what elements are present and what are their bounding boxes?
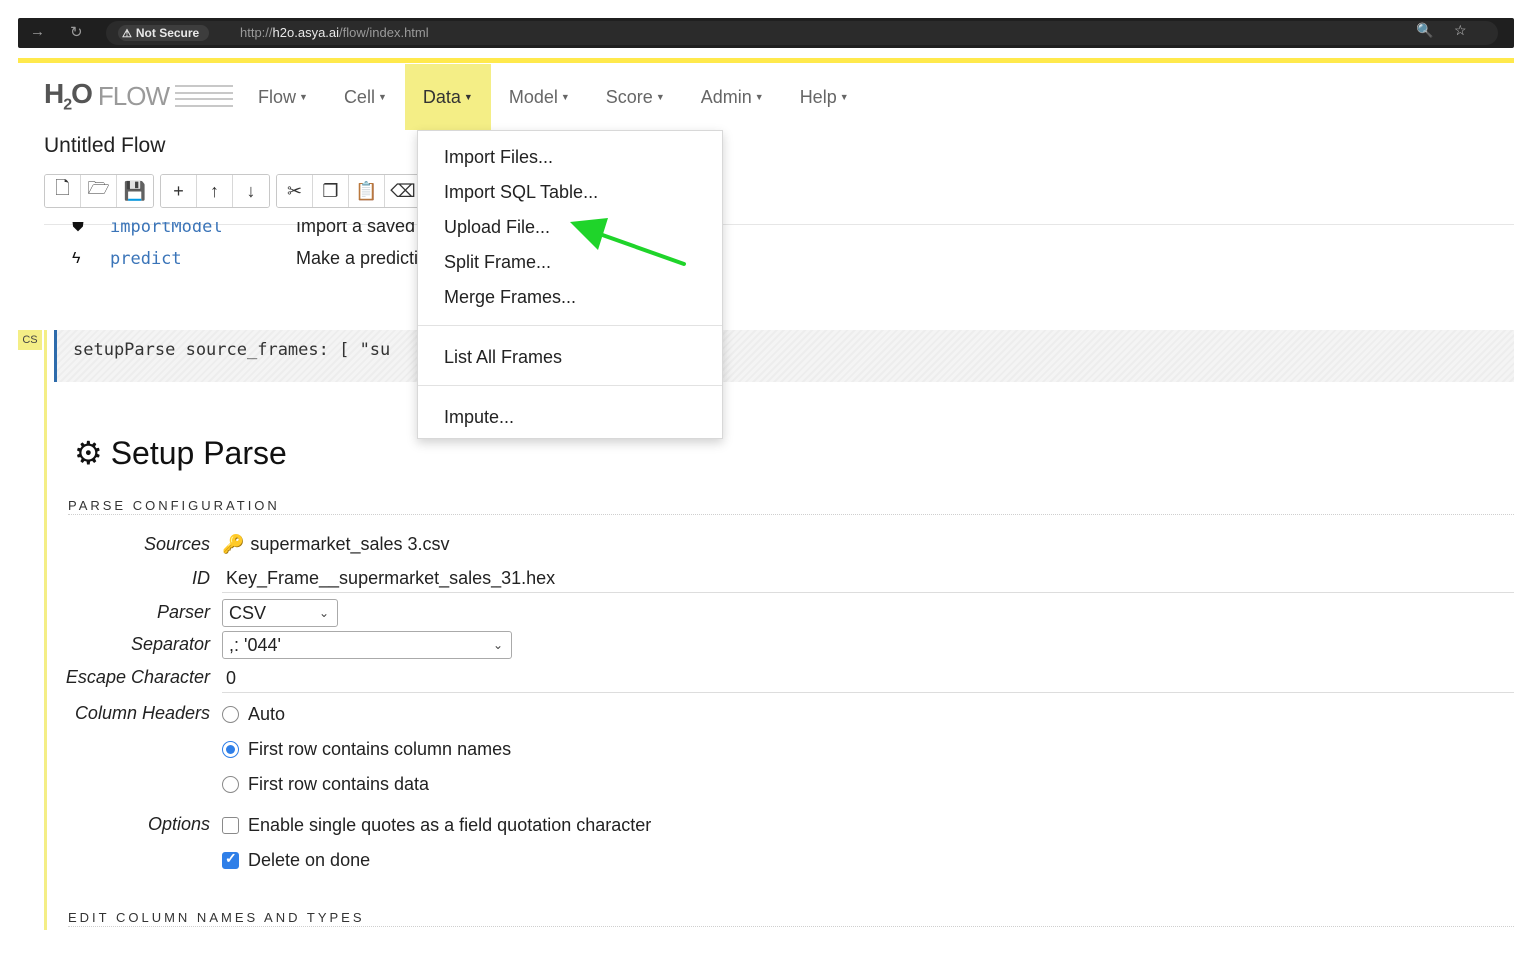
chevron-down-icon: ⌄ <box>492 638 503 652</box>
gear-icon: ⚙ <box>74 435 103 471</box>
help-row-predict: ϟ predict Make a predictio <box>72 248 428 269</box>
menu-score[interactable]: Score ▼ <box>588 64 683 130</box>
security-badge[interactable]: ⚠ Not Secure <box>118 25 210 41</box>
flow-toolbar: 🗋 🗁 💾 + ↑ ↓ ✂ ❐ 📋 ⌫ <box>44 174 428 208</box>
help-desc: Import a saved m <box>296 216 436 236</box>
import-model-icon: ⛊ <box>72 217 85 235</box>
chevron-down-icon: ⌄ <box>318 606 329 620</box>
help-row-importmodel: ⛊ importModel Import a saved m <box>72 216 436 237</box>
bookmark-star-icon[interactable]: ☆ <box>1454 22 1467 39</box>
separator-select[interactable]: ,: '044' ⌄ <box>222 631 512 659</box>
caret-down-icon: ▼ <box>377 92 387 102</box>
forward-icon[interactable]: → <box>30 23 45 40</box>
menu-divider <box>418 385 722 386</box>
id-label: ID <box>192 568 210 588</box>
reload-icon[interactable]: ↻ <box>70 23 83 41</box>
h2o-flow-logo: H2O FLOW <box>44 78 234 114</box>
move-up-icon[interactable]: ↑ <box>197 175 233 207</box>
radio-first-row-names[interactable] <box>222 741 239 758</box>
menu-cell[interactable]: Cell ▼ <box>326 64 405 130</box>
warning-icon: ⚠ <box>122 28 132 40</box>
help-fn-link[interactable]: importModel <box>110 222 296 237</box>
annotation-arrow-icon <box>570 218 686 266</box>
caret-down-icon: ▼ <box>299 92 308 102</box>
header-option-auto[interactable]: Auto <box>222 704 285 725</box>
caret-down-icon: ▼ <box>463 92 473 102</box>
menu-divider <box>418 325 722 326</box>
add-cell-icon[interactable]: + <box>161 175 197 207</box>
lightning-icon: ϟ <box>72 249 81 267</box>
clear-icon[interactable]: ⌫ <box>385 175 421 207</box>
caret-down-icon: ▼ <box>655 92 665 102</box>
menu-item-impute[interactable]: Impute... <box>444 407 514 428</box>
data-dropdown-menu: Import Files... Import SQL Table... Uplo… <box>417 130 723 439</box>
caret-down-icon: ▼ <box>839 92 849 102</box>
menu-item-import-sql-table[interactable]: Import SQL Table... <box>444 182 598 203</box>
menu-item-merge-frames[interactable]: Merge Frames... <box>444 287 576 308</box>
help-desc: Make a predictio <box>296 248 429 268</box>
escape-character-label: Escape Character <box>65 667 210 687</box>
browser-toolbar: → ↻ ⚠ Not Secure http://h2o.asya.ai/flow/… <box>18 18 1514 48</box>
menu-data[interactable]: Data ▼ <box>404 64 491 130</box>
radio-auto[interactable] <box>222 706 239 723</box>
key-icon: 🔑 <box>222 534 245 554</box>
new-file-icon[interactable]: 🗋 <box>45 175 81 207</box>
header-option-first-row-names[interactable]: First row contains column names <box>222 739 511 760</box>
copy-icon[interactable]: ❐ <box>313 175 349 207</box>
parser-label: Parser <box>156 602 210 622</box>
save-icon[interactable]: 💾 <box>117 175 153 207</box>
menu-model[interactable]: Model ▼ <box>491 64 588 130</box>
separator-label: Separator <box>130 634 210 654</box>
help-fn-link[interactable]: predict <box>110 249 296 269</box>
checkbox-delete-on-done[interactable] <box>222 850 239 869</box>
parse-configuration-heading: PARSE CONFIGURATION <box>68 498 280 513</box>
menu-flow[interactable]: Flow ▼ <box>240 64 326 130</box>
cell-active-bar <box>44 330 47 930</box>
options-label: Options <box>147 814 210 834</box>
menu-item-import-files[interactable]: Import Files... <box>444 147 553 168</box>
caret-down-icon: ▼ <box>754 92 764 102</box>
header-option-first-row-data[interactable]: First row contains data <box>222 774 429 795</box>
zoom-icon[interactable]: 🔍 <box>1416 22 1433 39</box>
sources-label: Sources <box>143 534 210 554</box>
option-single-quotes[interactable]: Enable single quotes as a field quotatio… <box>222 815 651 836</box>
menu-item-upload-file[interactable]: Upload File... <box>444 217 550 238</box>
parser-select[interactable]: CSV ⌄ <box>222 599 338 627</box>
setup-parse-heading: ⚙ Setup Parse <box>74 434 287 472</box>
cell-code: setupParse source_frames: [ "su <box>73 340 391 360</box>
cut-icon[interactable]: ✂ <box>277 175 313 207</box>
edit-column-names-heading: EDIT COLUMN NAMES AND TYPES <box>68 910 365 925</box>
menu-help[interactable]: Help ▼ <box>782 64 867 130</box>
accent-strip <box>18 58 1514 63</box>
id-field[interactable]: Key_Frame__supermarket_sales_31.hex <box>226 568 555 589</box>
radio-first-row-data[interactable] <box>222 776 239 793</box>
menu-admin[interactable]: Admin ▼ <box>683 64 782 130</box>
cell-type-tag: CS <box>18 330 42 350</box>
sources-value: 🔑 supermarket_sales 3.csv <box>222 534 450 554</box>
main-menu: Flow ▼ Cell ▼ Data ▼ Model ▼ Score ▼ Admin ▼ H… <box>240 64 867 130</box>
open-folder-icon[interactable]: 🗁 <box>81 175 117 207</box>
column-headers-label: Column Headers <box>74 703 210 723</box>
escape-character-field[interactable]: 0 <box>226 668 236 689</box>
flow-title[interactable]: Untitled Flow <box>44 134 165 158</box>
cell-code-editor[interactable]: setupParse source_frames: [ "su <box>54 330 1514 382</box>
menu-item-list-all-frames[interactable]: List All Frames <box>444 347 562 368</box>
paste-icon[interactable]: 📋 <box>349 175 385 207</box>
menu-item-split-frame[interactable]: Split Frame... <box>444 252 551 273</box>
security-label: Not Secure <box>135 26 200 40</box>
url-text: http://h2o.asya.ai/flow/index.html <box>240 25 429 40</box>
option-delete-on-done[interactable]: Delete on done <box>222 850 370 871</box>
move-down-icon[interactable]: ↓ <box>233 175 269 207</box>
address-bar[interactable]: ⚠ Not Secure http://h2o.asya.ai/flow/inde… <box>106 21 1498 45</box>
caret-down-icon: ▼ <box>560 92 570 102</box>
checkbox-single-quotes[interactable] <box>222 817 239 834</box>
